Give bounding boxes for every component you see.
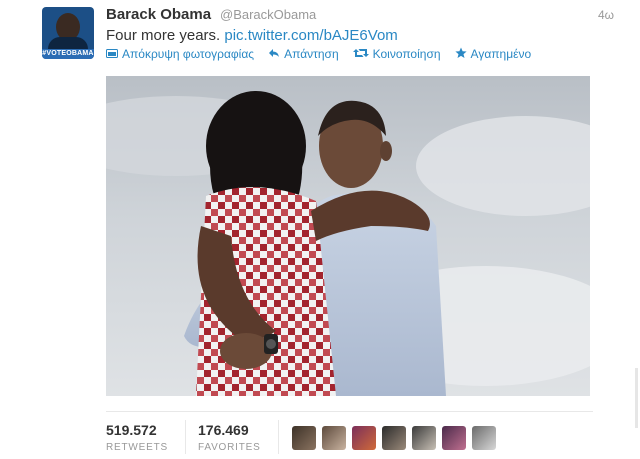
tweet-timestamp[interactable]: 4ω: [598, 8, 614, 22]
stat-separator: [185, 420, 186, 454]
stat-separator: [278, 420, 279, 454]
tweet-text-plain: Four more years.: [106, 27, 221, 44]
retweet-button[interactable]: Κοινοποίηση: [352, 47, 441, 61]
favorite-label: Αγαπημένο: [470, 47, 532, 61]
reply-icon: [268, 48, 280, 60]
hide-photo-label: Απόκρυψη φωτογραφίας: [122, 47, 255, 61]
retweet-label: Κοινοποίηση: [372, 47, 441, 61]
favoriter-avatar[interactable]: [382, 426, 406, 450]
hide-photo-button[interactable]: Απόκρυψη φωτογραφίας: [106, 47, 254, 61]
author-handle[interactable]: @BarackObama: [220, 7, 316, 22]
favoriter-avatar[interactable]: [292, 426, 316, 450]
favoriter-avatars: [292, 426, 496, 450]
retweets-count: 519.572: [106, 422, 157, 438]
favoriter-avatar[interactable]: [472, 426, 496, 450]
favorite-button[interactable]: Αγαπημένο: [454, 47, 532, 61]
reply-label: Απάντηση: [284, 47, 339, 61]
retweets-stat[interactable]: 519.572 RETWEETS: [106, 422, 168, 453]
embrace-photo-illustration: [106, 91, 590, 396]
author-name[interactable]: Barack Obama: [106, 6, 211, 23]
avatar[interactable]: #VOTEOBAMA: [42, 7, 94, 59]
favoriter-avatar[interactable]: [322, 426, 346, 450]
favorites-label: FAVORITES: [198, 442, 261, 453]
reply-button[interactable]: Απάντηση: [268, 47, 339, 61]
scrollbar[interactable]: [635, 368, 638, 428]
favorites-count: 176.469: [198, 422, 249, 438]
retweet-icon: [352, 48, 369, 60]
tweet-photo-link[interactable]: pic.twitter.com/bAJE6Vom: [224, 27, 397, 44]
star-icon: [454, 47, 467, 61]
favoriter-avatar[interactable]: [412, 426, 436, 450]
tweet-actions: Απόκρυψη φωτογραφίας Απάντηση Κοινοποίησ…: [106, 47, 531, 61]
favoriter-avatar[interactable]: [352, 426, 376, 450]
avatar-badge: #VOTEOBAMA: [42, 49, 94, 59]
tweet-text: Four more years. pic.twitter.com/bAJE6Vo…: [106, 27, 398, 44]
retweets-label: RETWEETS: [106, 442, 168, 453]
tweet-photo[interactable]: [106, 76, 590, 396]
stats-divider: [106, 411, 593, 412]
photo-icon: [106, 48, 118, 61]
favoriter-avatar[interactable]: [442, 426, 466, 450]
favorites-stat[interactable]: 176.469 FAVORITES: [198, 422, 261, 453]
